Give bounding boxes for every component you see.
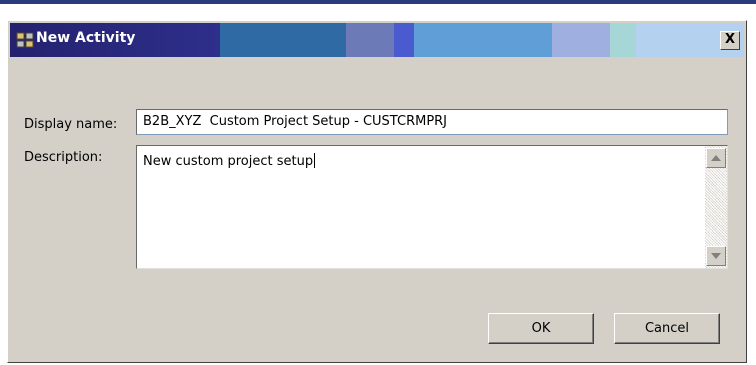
dialog-title: New Activity	[36, 30, 136, 46]
screenshot-frame: New Activity X Display name: B2B_XYZ Cus…	[0, 0, 756, 365]
description-field[interactable]: New custom project setup	[136, 145, 728, 269]
activity-window-icon	[16, 32, 34, 48]
description-value: New custom project setup	[143, 154, 314, 169]
cancel-button[interactable]: Cancel	[614, 313, 720, 344]
title-band-segment	[394, 23, 414, 57]
description-text: New custom project setup	[143, 153, 316, 169]
arrow-down-icon	[711, 253, 721, 259]
top-rule	[0, 0, 756, 4]
display-name-field[interactable]: B2B_XYZ Custom Project Setup - CUSTCRMPR…	[136, 109, 728, 135]
scroll-up-button[interactable]	[706, 148, 726, 168]
new-activity-dialog: New Activity X Display name: B2B_XYZ Cus…	[7, 20, 747, 363]
scroll-down-button[interactable]	[706, 246, 726, 266]
title-bar[interactable]: New Activity X	[10, 23, 744, 57]
close-button[interactable]: X	[720, 31, 740, 50]
display-name-label: Display name:	[24, 117, 118, 132]
close-icon: X	[724, 32, 736, 47]
title-band-segment	[552, 23, 610, 57]
title-band-segment	[346, 23, 394, 57]
text-caret	[314, 153, 316, 168]
description-label: Description:	[24, 150, 103, 165]
ok-button[interactable]: OK	[488, 313, 594, 344]
title-band-segment	[610, 23, 636, 57]
description-scrollbar[interactable]	[705, 146, 727, 268]
title-band-segment	[414, 23, 552, 57]
title-band-segment	[220, 23, 346, 57]
arrow-up-icon	[711, 155, 721, 161]
